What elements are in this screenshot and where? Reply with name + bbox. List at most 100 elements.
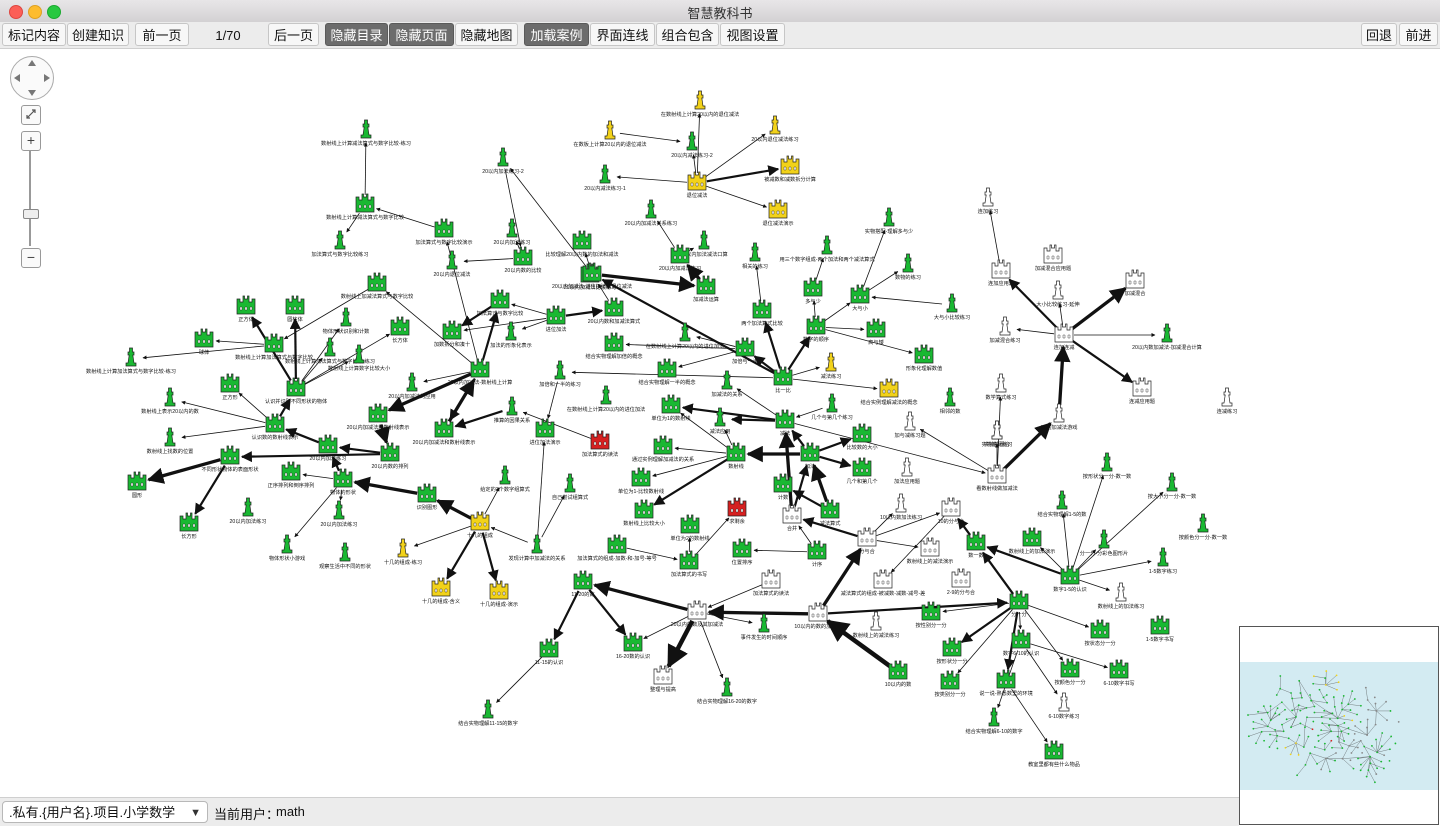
graph-node[interactable]: 按形状分一分-数一数	[1083, 453, 1132, 480]
graph-node[interactable]: 正方体	[237, 296, 255, 323]
zoom-out-button[interactable]: −	[21, 248, 41, 268]
graph-node[interactable]: 大小比较练习-延伸	[1036, 281, 1079, 308]
minimap[interactable]	[1239, 626, 1439, 825]
graph-node[interactable]: 事件发生的时间顺序	[741, 614, 788, 641]
graph-node[interactable]: 推算的因果关系	[494, 397, 530, 424]
graph-node[interactable]: 连加练习	[978, 188, 999, 215]
graph-node[interactable]: 数射线上的加法演示	[1009, 528, 1056, 555]
graph-node[interactable]: 球体	[195, 329, 213, 356]
graph-node[interactable]: 1-5数字练习	[1149, 548, 1177, 575]
graph-node[interactable]: 20以内减法练习-2	[671, 132, 713, 159]
graph-node[interactable]: 加法应用题	[894, 458, 920, 485]
ui-connections-button[interactable]: 界面连线	[590, 23, 655, 46]
hide-toc-button[interactable]: 隐藏目录	[325, 23, 388, 46]
zoom-in-button[interactable]: +	[21, 131, 41, 151]
graph-node[interactable]: 数射线上加减法算式与数字比较	[341, 273, 414, 300]
graph-node[interactable]: 十几的组成	[467, 512, 493, 539]
graph-node[interactable]: 20以内加法练习	[230, 498, 267, 525]
graph-node[interactable]: 数射线上的加法练习	[1098, 583, 1145, 610]
graph-node[interactable]: 合并	[783, 505, 801, 532]
graph-node[interactable]: 多与少	[804, 278, 822, 305]
graph-node[interactable]: 连加连减	[1054, 324, 1076, 351]
graph-node[interactable]: 求剩余	[728, 498, 746, 525]
graph-node[interactable]: 按颜色分一分	[1054, 659, 1085, 686]
graph-node[interactable]: 给定的3个数字组算式	[480, 466, 530, 493]
graph-node[interactable]: 10的加减法游戏	[1041, 404, 1078, 431]
graph-node[interactable]: 结合实物理解6-10的数字	[965, 708, 1022, 735]
graph-node[interactable]: 数字6-10的认识	[1003, 630, 1039, 657]
graph-node[interactable]: 16-20数的认识	[616, 633, 650, 660]
graph-node[interactable]: 数射线上的减法练习	[853, 612, 900, 639]
graph-node[interactable]: 加法算式的读法	[582, 431, 618, 458]
graph-nodes[interactable]: 在数射线上计算20以内的退位减法在数板上计算20以内的退位减法20以内退位减法练…	[86, 91, 1237, 768]
graph-node[interactable]: 20以内数加减法-加减混合计算	[1132, 324, 1202, 351]
graph-node[interactable]: 正方形	[221, 374, 239, 401]
graph-node[interactable]: 结合实物理解11-15的数字	[458, 700, 518, 727]
next-page-button[interactable]: 后一页	[268, 23, 319, 46]
graph-node[interactable]: 按大小分一分-数一数	[1148, 473, 1197, 500]
graph-node[interactable]: 10以内的数的加减法	[794, 603, 841, 630]
graph-node[interactable]: 几个与第几个练习	[811, 394, 853, 421]
graph-node[interactable]: 连减应用题	[1129, 378, 1155, 405]
graph-node[interactable]: 分与合	[858, 528, 876, 555]
graph-node[interactable]: 说一说-熟悉数里的环境	[979, 670, 1033, 697]
graph-node[interactable]: 发现计算中加减法的关系	[508, 535, 565, 562]
graph-node[interactable]: 形象化理解数值	[906, 345, 942, 372]
graph-node[interactable]: 圆形	[128, 472, 146, 499]
graph-node[interactable]: 不同形状物体的表面形状	[201, 446, 259, 473]
graph-node[interactable]: 自己尝试组算式	[552, 474, 589, 501]
graph-node[interactable]: 加法	[801, 443, 819, 470]
graph-node[interactable]: 物体形状小游戏	[269, 535, 305, 562]
create-knowledge-button[interactable]: 创建知识	[67, 23, 129, 46]
graph-node[interactable]: 20以内数的比较	[505, 247, 542, 274]
graph-node[interactable]: 数射线上的减法演示	[907, 538, 954, 565]
graph-node[interactable]: 几个和第几个	[846, 458, 878, 485]
zoom-slider-thumb[interactable]	[23, 209, 39, 219]
graph-node[interactable]: 加减法运算	[693, 276, 719, 303]
graph-node[interactable]: 加与减练习题	[894, 412, 925, 439]
graph-node[interactable]: 单位为1-比较数射线	[618, 468, 664, 495]
graph-node[interactable]: 长方体	[391, 317, 409, 344]
graph-node[interactable]: 在数板上计算20以内的退位减法	[573, 121, 646, 148]
graph-node[interactable]: 6-10数字练习	[1048, 693, 1079, 720]
knowledge-graph[interactable]: 在数射线上计算20以内的退位减法在数板上计算20以内的退位减法20以内退位减法练…	[0, 49, 1440, 797]
graph-node[interactable]: 1-5数字书写	[1146, 616, 1174, 643]
graph-node[interactable]: 分一分-分彩色图形片	[1080, 530, 1128, 557]
graph-node[interactable]: 比较数的大小	[846, 424, 878, 451]
graph-node[interactable]: 在数射线上计算20以内的进位加法	[646, 323, 724, 350]
graph-node[interactable]: 识别图形	[417, 484, 439, 511]
pan-control[interactable]	[10, 56, 54, 100]
graph-node[interactable]: 加减法的关系	[711, 371, 742, 398]
graph-node[interactable]: 物体的形状	[330, 469, 357, 496]
graph-node[interactable]: 教室里都有些什么物品	[1028, 741, 1080, 768]
graph-node[interactable]: 数射线上比较大小	[623, 500, 665, 527]
graph-node[interactable]: 数学算式练习	[985, 374, 1016, 401]
graph-node[interactable]: 结合实物理解1-5的数	[1038, 491, 1088, 518]
back-button[interactable]: 回退	[1361, 23, 1397, 46]
graph-node[interactable]: 十几的组成-含义	[422, 578, 460, 605]
graph-node[interactable]: 减法	[776, 410, 794, 437]
graph-node[interactable]: 十几的组成-演示	[480, 581, 518, 608]
forward-button[interactable]: 前进	[1399, 23, 1438, 46]
graph-node[interactable]: 十几的组成-练习	[384, 539, 422, 566]
graph-node[interactable]: 数射线上计算减法算式与数字比较	[326, 194, 404, 221]
graph-node[interactable]: 减法算式的组成-被减数-减数-减号-差	[841, 570, 926, 597]
graph-node[interactable]: 结合实物理解一半的概念	[638, 359, 695, 386]
graph-node[interactable]: 连减练习	[1217, 388, 1238, 415]
graph-node[interactable]: 计序	[808, 541, 826, 568]
graph-node[interactable]: 加法算式的读法	[753, 570, 789, 597]
hide-page-button[interactable]: 隐藏页面	[389, 23, 454, 46]
graph-node[interactable]: 加法的形象化表示	[490, 322, 532, 349]
graph-node[interactable]: 10的分与合	[938, 498, 965, 525]
graph-node[interactable]: 通过实例理解加减法的关系	[632, 436, 694, 463]
prev-page-button[interactable]: 前一页	[135, 23, 189, 46]
graph-node[interactable]: 数字1-5的认识	[1053, 566, 1086, 593]
graph-node[interactable]: 在数射线上计算20以内的进位加法	[567, 386, 645, 413]
graph-node[interactable]: 大与小比较练习	[934, 294, 970, 321]
graph-node[interactable]: 20以内减法练习-1	[584, 165, 626, 192]
load-cases-button[interactable]: 加载案例	[524, 23, 589, 46]
graph-node[interactable]: 加倍与一半	[732, 338, 758, 365]
graph-node[interactable]: 整理与提高	[650, 666, 676, 693]
graph-node[interactable]: 20以内加法练习-2	[482, 148, 524, 175]
graph-node[interactable]: 按状态分一分	[1084, 620, 1115, 647]
